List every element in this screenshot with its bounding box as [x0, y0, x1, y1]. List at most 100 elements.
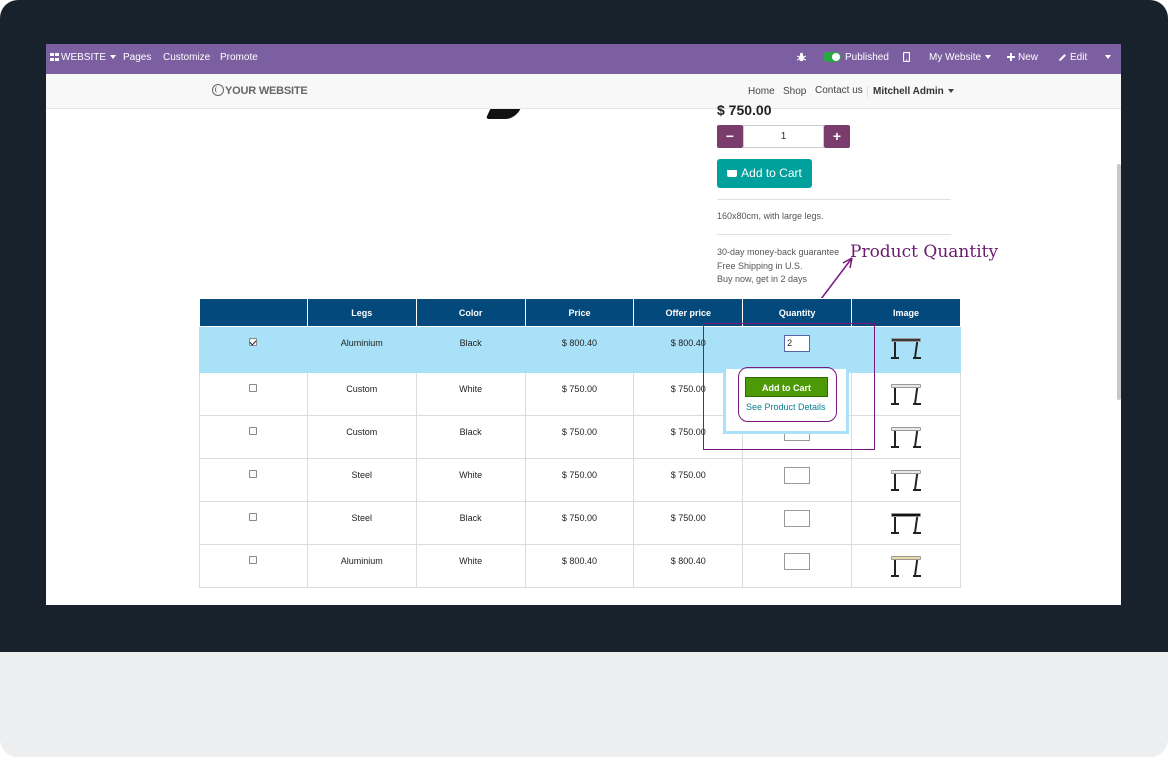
customize-menu[interactable]: Customize [163, 44, 210, 74]
desk-foot [913, 489, 922, 491]
scrollbar[interactable] [1117, 164, 1121, 400]
desk-foot [913, 575, 922, 577]
legs-cell: Aluminium [306, 544, 417, 588]
admin-bar: WEBSITE Pages Customize Promote Publishe… [46, 44, 1121, 74]
price-cell: $ 750.00 [524, 415, 635, 459]
price-cell: $ 800.40 [524, 326, 635, 373]
monitor-frame: WEBSITE Pages Customize Promote Publishe… [0, 0, 1168, 757]
price-cell: $ 750.00 [524, 458, 635, 502]
nav-link-shop[interactable]: Shop [783, 86, 806, 97]
annotation-highlight-rounded [738, 367, 837, 422]
table-row: Aluminium White $ 800.40 $ 800.40 [199, 544, 961, 588]
row-checkbox[interactable] [249, 470, 258, 478]
decrease-quantity-button[interactable]: − [717, 125, 743, 148]
color-cell: White [415, 544, 526, 588]
row-quantity-input[interactable] [784, 510, 811, 527]
quantity-input[interactable]: 1 [743, 125, 824, 148]
color-cell: White [415, 458, 526, 502]
quantity-cell [742, 458, 853, 502]
row-checkbox[interactable] [249, 384, 258, 392]
nav-link-contact[interactable]: Contact us [815, 85, 863, 96]
pages-menu[interactable]: Pages [123, 44, 151, 74]
edit-button-label: Edit [1070, 52, 1088, 63]
quantity-stepper: − 1 + [717, 125, 850, 148]
chevron-down-icon [947, 89, 954, 94]
site-logo[interactable]: YOUR WEBSITE [212, 84, 308, 97]
price-cell: $ 750.00 [524, 372, 635, 416]
column-header-legs: Legs [306, 298, 417, 327]
publish-toggle[interactable]: Published [823, 44, 889, 74]
row-checkbox[interactable] [249, 427, 258, 435]
legs-cell: Custom [306, 415, 417, 459]
divider [717, 199, 951, 200]
desk-foot [891, 532, 900, 534]
image-cell [851, 544, 961, 588]
desk-foot [891, 357, 900, 359]
browser-viewport: WEBSITE Pages Customize Promote Publishe… [46, 44, 1121, 605]
desk-foot [891, 446, 900, 448]
color-cell: Black [415, 501, 526, 545]
add-to-cart-button[interactable]: Add to Cart [717, 159, 812, 188]
promote-menu[interactable]: Promote [220, 44, 258, 74]
edit-button[interactable]: Edit [1058, 44, 1087, 74]
publish-status-label: Published [845, 52, 889, 63]
user-name: Mitchell Admin [873, 86, 944, 97]
row-select-cell [199, 501, 308, 545]
website-menu[interactable]: WEBSITE [50, 44, 117, 74]
chevron-down-icon [110, 55, 117, 60]
desk-foot [913, 446, 922, 448]
increase-quantity-button[interactable]: + [824, 125, 850, 148]
user-menu[interactable]: Mitchell Admin [867, 86, 954, 97]
row-select-cell [199, 372, 308, 416]
offer-price-cell: $ 800.40 [633, 544, 744, 588]
image-cell [851, 458, 961, 502]
desk-thumbnail [889, 423, 923, 451]
new-button-label: New [1018, 52, 1039, 63]
column-header-select [199, 298, 308, 327]
desk-foot [913, 357, 922, 359]
desk-foot [891, 575, 900, 577]
annotation-label: Product Quantity [850, 242, 999, 262]
website-menu-label: WEBSITE [61, 52, 107, 63]
mobile-preview-button[interactable] [902, 44, 911, 74]
toggle-switch [823, 52, 841, 63]
pencil-icon [1059, 53, 1066, 61]
table-row: Steel White $ 750.00 $ 750.00 [199, 458, 961, 502]
quantity-cell [742, 501, 853, 545]
debug-button[interactable] [796, 44, 807, 74]
add-to-cart-label: Add to Cart [741, 166, 802, 180]
nav-link-home[interactable]: Home [748, 86, 775, 97]
edit-dropdown-toggle[interactable] [1101, 44, 1111, 74]
row-quantity-input[interactable] [784, 467, 811, 484]
new-button[interactable]: New [1007, 44, 1038, 74]
row-checkbox[interactable] [249, 338, 258, 346]
chevron-down-icon [1105, 55, 1111, 60]
color-cell: Black [415, 415, 526, 459]
desk-foot [891, 489, 900, 491]
product-price: $ 750.00 [717, 102, 772, 118]
desk-thumbnail [889, 552, 923, 580]
row-select-cell [199, 326, 308, 373]
row-select-cell [199, 415, 308, 459]
minus-icon: − [725, 128, 735, 144]
desk-thumbnail [889, 334, 923, 362]
row-select-cell [199, 458, 308, 502]
color-cell: White [415, 372, 526, 416]
desk-foot [913, 532, 922, 534]
desk-foot [891, 403, 900, 405]
row-quantity-input[interactable] [784, 553, 811, 570]
legs-cell: Custom [306, 372, 417, 416]
column-header-color: Color [415, 298, 526, 327]
apps-grid-icon [50, 53, 59, 62]
mobile-icon [902, 52, 911, 63]
price-cell: $ 800.40 [524, 544, 635, 588]
legs-cell: Steel [306, 501, 417, 545]
row-checkbox[interactable] [249, 513, 258, 521]
legs-cell: Aluminium [306, 326, 417, 373]
my-website-menu[interactable]: My Website [929, 44, 992, 74]
row-checkbox[interactable] [249, 556, 258, 564]
bug-icon [796, 53, 807, 62]
legs-cell: Steel [306, 458, 417, 502]
quantity-cell [742, 544, 853, 588]
image-cell [851, 501, 961, 545]
